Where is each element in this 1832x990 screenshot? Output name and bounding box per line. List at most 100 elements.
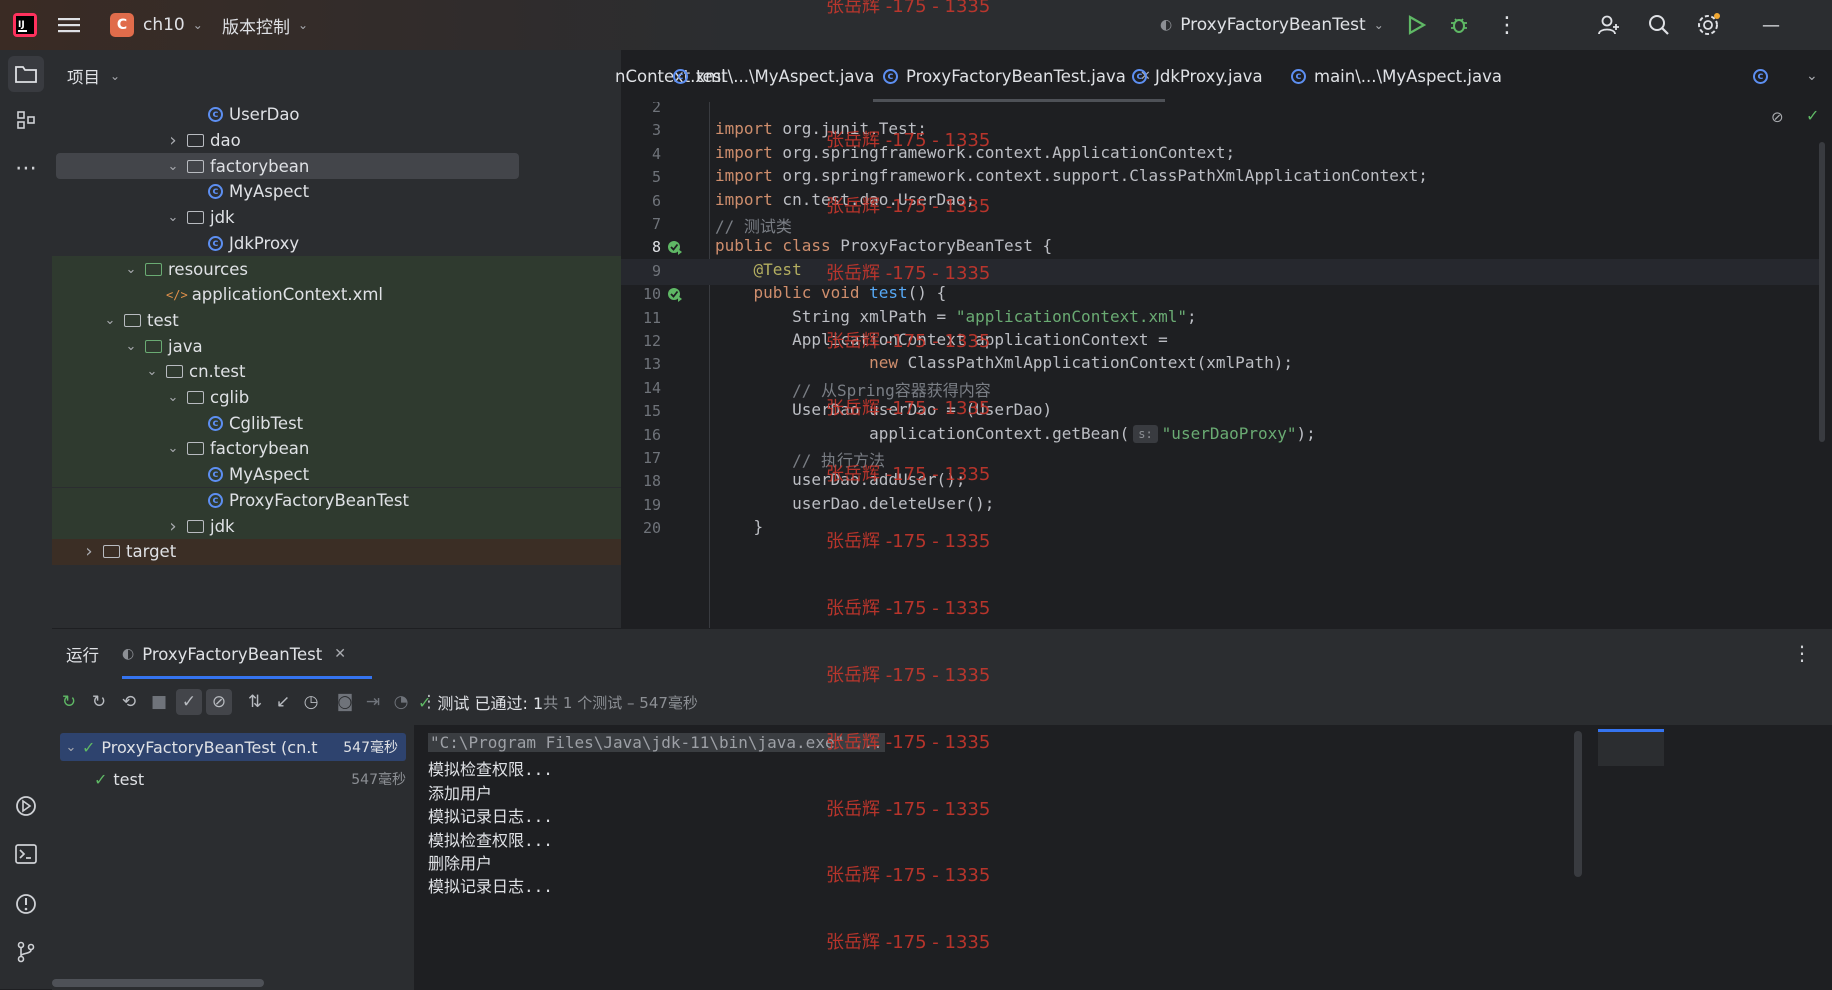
run-panel-options-icon[interactable]: ⋮ xyxy=(1792,641,1812,665)
chevron-down-icon[interactable]: ⌄ xyxy=(123,262,139,277)
tree-item-java[interactable]: ⌄ java xyxy=(52,333,621,359)
tree-item-myaspect[interactable]: c MyAspect xyxy=(52,461,621,488)
tree-item-applicationcontext-xml[interactable]: </> applicationContext.xml xyxy=(52,281,621,308)
structure-icon[interactable] xyxy=(8,102,44,138)
run-config-selector[interactable]: ◐ ProxyFactoryBeanTest ⌄ xyxy=(1160,0,1384,50)
app-logo-icon[interactable]: IJ xyxy=(12,0,38,50)
tabs-dropdown-icon[interactable]: ⌄ xyxy=(1806,50,1818,102)
tree-item-cglibtest[interactable]: c CglibTest xyxy=(52,410,621,437)
chevron-right-icon[interactable]: › xyxy=(165,130,181,151)
console-output[interactable]: ✓ 测试 已通过: 1 共 1 个测试 – 547毫秒 "C:\Program … xyxy=(414,693,1832,990)
folder-icon xyxy=(103,545,120,559)
run-test-gutter-icon[interactable] xyxy=(667,239,683,256)
toggle-auto-test-icon[interactable]: ⟲ xyxy=(116,689,142,715)
debug-icon[interactable] xyxy=(1449,0,1469,50)
console-scrollbar[interactable] xyxy=(1574,731,1582,877)
test-status-detail: 共 1 个测试 – 547毫秒 xyxy=(543,693,698,712)
run-tab[interactable]: ◐ ProxyFactoryBeanTest ✕ xyxy=(122,629,346,679)
tree-item-userdao[interactable]: c UserDao xyxy=(52,102,621,128)
chevron-down-icon[interactable]: ⌄ xyxy=(123,339,139,354)
rerun-failed-icon[interactable]: ↻ xyxy=(86,689,112,715)
main-menu-icon[interactable] xyxy=(58,0,80,50)
run-icon[interactable] xyxy=(1408,0,1426,50)
search-icon[interactable] xyxy=(1648,0,1670,50)
passed-check-icon: ✓ xyxy=(418,692,432,712)
settings-gear-icon[interactable] xyxy=(1696,0,1720,50)
more-actions-icon[interactable]: ⋮ xyxy=(1496,0,1518,50)
rerun-icon[interactable]: ↻ xyxy=(56,689,82,715)
tree-item-resources[interactable]: ⌄ resources xyxy=(52,256,621,282)
test-config-icon: ◐ xyxy=(122,646,135,662)
console-minimap[interactable] xyxy=(1598,729,1664,766)
vcs-menu[interactable]: 版本控制 ⌄ xyxy=(222,0,308,50)
tree-item-cn-test[interactable]: ⌄ cn.test xyxy=(52,359,621,385)
collapse-all-icon[interactable]: ↙ xyxy=(270,689,296,715)
reader-mode-icon[interactable]: ⊘ xyxy=(1771,108,1784,126)
coverage-icon[interactable]: ◔ xyxy=(388,689,414,715)
code-line: import org.springframework.context.suppo… xyxy=(715,166,1428,186)
tree-item-proxyfactorybeantest[interactable]: c ProxyFactoryBeanTest xyxy=(52,487,621,514)
tree-item-label: cglib xyxy=(210,388,250,408)
tree-item-myaspect[interactable]: c MyAspect xyxy=(52,179,621,205)
tree-item-target[interactable]: › target xyxy=(52,538,621,565)
show-ignored-icon[interactable]: ⊘ xyxy=(206,689,232,715)
editor-scrollbar[interactable] xyxy=(1819,142,1825,442)
test-result-row[interactable]: ✓ test 547毫秒 xyxy=(52,765,414,793)
chevron-down-icon[interactable]: ⌄ xyxy=(110,69,120,83)
terminal-icon[interactable] xyxy=(8,836,44,872)
tree-item-dao[interactable]: › dao xyxy=(52,128,621,154)
chevron-down-icon[interactable]: ⌄ xyxy=(165,159,181,174)
editor-tab[interactable]: c test\...\MyAspect.java xyxy=(673,50,874,102)
line-number: 12 xyxy=(642,332,661,350)
editor-tab[interactable]: c main\...\MyAspect.java xyxy=(1291,50,1502,102)
services-icon[interactable] xyxy=(8,788,44,824)
passed-check-icon: ✓ xyxy=(82,737,96,757)
chevron-right-icon[interactable]: › xyxy=(81,541,97,562)
tree-item-label: jdk xyxy=(210,208,235,228)
export-icon[interactable]: ⇥ xyxy=(360,689,386,715)
editor-tab-label: ProxyFactoryBeanTest.java xyxy=(906,66,1126,86)
editor-tab[interactable]: c JdkProxy.java xyxy=(1132,50,1263,102)
minimize-icon[interactable]: — xyxy=(1762,0,1780,50)
no-problems-check-icon[interactable]: ✓ xyxy=(1806,106,1819,125)
line-number: 17 xyxy=(642,449,661,467)
show-passed-icon[interactable]: ✓ xyxy=(176,689,202,715)
test-result-row[interactable]: ⌄ ✓ ProxyFactoryBeanTest (cn.t 547毫秒 xyxy=(60,733,406,761)
tree-item-factorybean[interactable]: ⌄ factorybean xyxy=(52,436,621,462)
tree-item-cglib[interactable]: ⌄ cglib xyxy=(52,384,621,411)
history-icon[interactable]: ◷ xyxy=(298,689,324,715)
run-test-gutter-icon[interactable] xyxy=(667,286,683,303)
overflow-class-icon[interactable]: c xyxy=(1753,50,1776,102)
project-panel-title[interactable]: 项目 xyxy=(67,64,100,88)
chevron-down-icon[interactable]: ⌄ xyxy=(165,210,181,225)
sort-icon[interactable]: ⇅ xyxy=(242,689,268,715)
chevron-right-icon[interactable]: › xyxy=(165,516,181,537)
tree-item-jdk[interactable]: ⌄ jdk xyxy=(52,205,621,231)
chevron-down-icon[interactable]: ⌄ xyxy=(165,390,181,405)
tree-item-label: MyAspect xyxy=(229,465,310,485)
tree-item-label: ProxyFactoryBeanTest xyxy=(229,490,410,510)
editor-tab[interactable]: c ProxyFactoryBeanTest.java ✕ xyxy=(873,50,1165,102)
chevron-down-icon[interactable]: ⌄ xyxy=(165,441,181,456)
screenshot-icon[interactable]: ◙ xyxy=(332,689,358,715)
close-tab-icon[interactable]: ✕ xyxy=(334,646,346,662)
tree-item-jdkproxy[interactable]: c JdkProxy xyxy=(52,231,621,257)
stop-icon[interactable]: ■ xyxy=(146,689,172,715)
tree-item-test[interactable]: ⌄ test xyxy=(52,307,621,334)
chevron-down-icon[interactable]: ⌄ xyxy=(102,313,118,328)
git-icon[interactable] xyxy=(8,934,44,970)
chevron-down-icon[interactable]: ⌄ xyxy=(144,364,160,379)
project-selector[interactable]: C ch10 ⌄ xyxy=(110,0,203,50)
problems-icon[interactable] xyxy=(8,886,44,922)
tree-horizontal-scrollbar[interactable] xyxy=(52,979,264,987)
tree-item-label: JdkProxy xyxy=(229,233,300,253)
tree-item-factorybean[interactable]: ⌄ factorybean xyxy=(56,153,519,180)
add-user-icon[interactable] xyxy=(1598,0,1620,50)
project-folder-icon[interactable] xyxy=(8,56,44,92)
chevron-down-icon[interactable]: ⌄ xyxy=(60,740,82,755)
watermark-text: 张岳辉 -175 - 1335 xyxy=(826,130,991,151)
tree-item-label: jdk xyxy=(210,516,235,536)
code-editor[interactable]: 2 3 import org.junit.Test; 4 import org.spri… xyxy=(621,102,1832,628)
tree-item-jdk[interactable]: › jdk xyxy=(52,513,621,539)
more-tools-icon[interactable]: ⋯ xyxy=(8,150,44,186)
